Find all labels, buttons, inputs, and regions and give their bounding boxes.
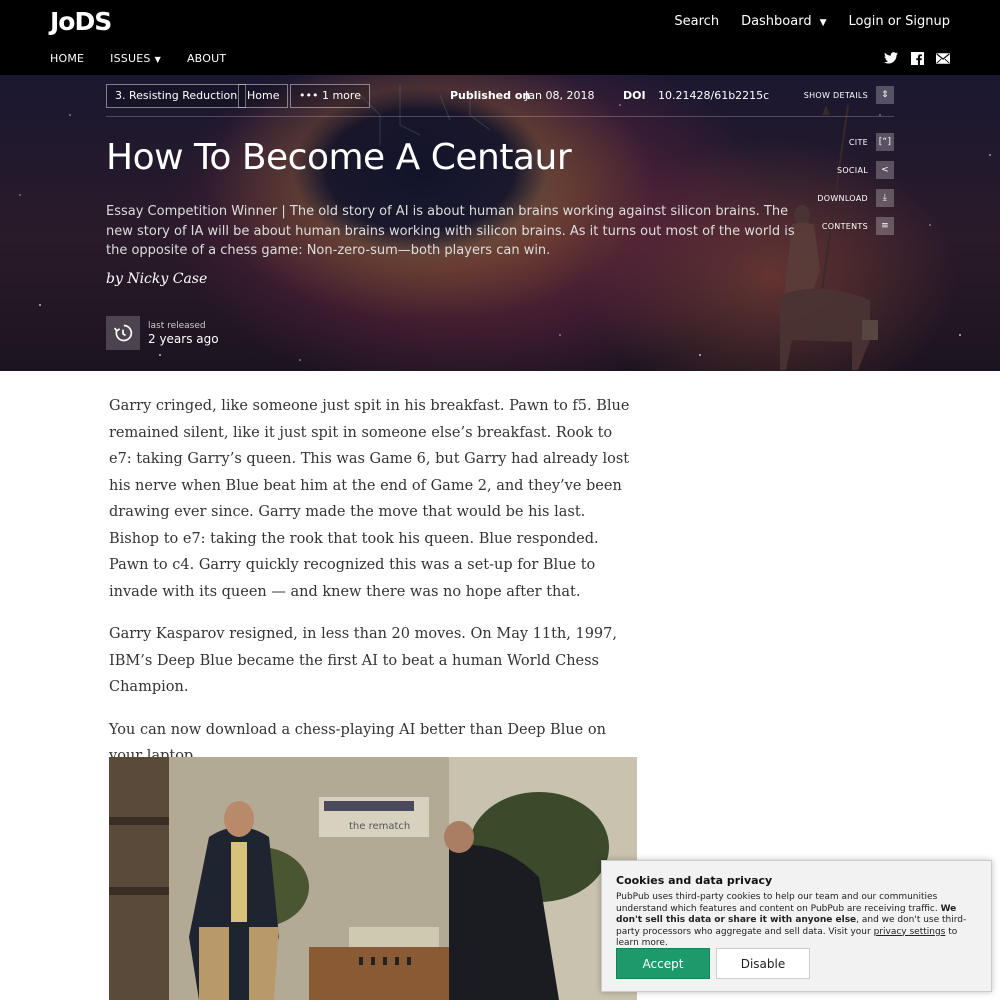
history-icon	[106, 316, 140, 350]
caret-down-icon: ▼	[154, 55, 161, 64]
breadcrumb-home[interactable]: Home	[238, 84, 289, 108]
doi-value[interactable]: 10.21428/61b2215c	[658, 89, 769, 102]
cookie-text-part: PubPub uses third-party cookies to help …	[616, 892, 941, 914]
download-label: DOWNLOAD	[817, 193, 868, 203]
page-title: How To Become A Centaur	[106, 137, 572, 178]
ellipsis-icon: •••	[299, 89, 319, 102]
cookie-text: PubPub uses third-party cookies to help …	[616, 892, 977, 950]
dashboard-label: Dashboard	[741, 14, 812, 29]
release-label: last released	[148, 320, 206, 331]
show-details-label: SHOW DETAILS	[803, 90, 868, 100]
contents-button[interactable]: CONTENTS ≡	[822, 217, 894, 235]
twitter-icon[interactable]	[884, 51, 898, 65]
mail-icon[interactable]	[936, 51, 950, 65]
breadcrumb-collection[interactable]: 3. Resisting Reduction	[106, 84, 247, 108]
pub-header: 3. Resisting Reduction Home ••• 1 more P…	[0, 75, 1000, 371]
nav-about[interactable]: ABOUT	[187, 52, 226, 65]
published-label: Published on	[450, 89, 531, 102]
search-link[interactable]: Search	[674, 14, 719, 29]
cite-icon: [“]	[876, 133, 894, 151]
facebook-icon[interactable]	[910, 51, 924, 65]
release-value: 2 years ago	[148, 331, 219, 346]
divider	[106, 116, 894, 117]
breadcrumb-more[interactable]: ••• 1 more	[290, 84, 370, 108]
pub-actions: CITE [“] SOCIAL < DOWNLOAD ⤓ CONTENTS ≡	[817, 133, 894, 235]
download-icon: ⤓	[876, 189, 894, 207]
cookie-title: Cookies and data privacy	[616, 874, 773, 887]
main-nav: HOME ISSUES ▼ ABOUT	[50, 52, 226, 65]
dashboard-menu[interactable]: Dashboard ▼	[741, 14, 826, 29]
top-bar: JoDS Search Dashboard ▼ Login or Signup H…	[0, 0, 1000, 75]
social-links	[884, 51, 950, 65]
social-button[interactable]: SOCIAL <	[837, 161, 894, 179]
nav-home[interactable]: HOME	[50, 52, 84, 65]
byline[interactable]: by Nicky Case	[106, 271, 207, 287]
doi-label: DOI	[623, 89, 646, 102]
list-icon: ≡	[876, 217, 894, 235]
cookie-buttons: Accept Disable	[616, 948, 810, 979]
caret-down-icon: ▼	[819, 18, 827, 28]
video-frame: the rematch	[109, 757, 637, 1000]
release-info[interactable]: last released 2 years ago	[106, 316, 219, 350]
contents-label: CONTENTS	[821, 221, 868, 231]
cite-label: CITE	[848, 137, 868, 147]
top-links: Search Dashboard ▼ Login or Signup	[674, 14, 950, 29]
chess-match-video[interactable]: the rematch	[109, 757, 637, 1000]
show-details-button[interactable]: SHOW DETAILS ⇕	[804, 86, 894, 104]
breadcrumb-more-label: 1 more	[321, 89, 361, 102]
published-date: Jan 08, 2018	[525, 89, 595, 102]
privacy-settings-link[interactable]: privacy settings	[874, 927, 946, 937]
share-icon: <	[876, 161, 894, 179]
social-label: SOCIAL	[836, 165, 868, 175]
video-banner-text: the rematch	[349, 821, 410, 832]
login-link[interactable]: Login or Signup	[849, 14, 950, 29]
site-logo[interactable]: JoDS	[50, 7, 112, 36]
expand-icon: ⇕	[876, 86, 894, 104]
nav-issues-label: ISSUES	[110, 52, 151, 65]
cite-button[interactable]: CITE [“]	[849, 133, 894, 151]
accept-button[interactable]: Accept	[616, 948, 710, 979]
paragraph: Garry cringed, like someone just spit in…	[109, 398, 630, 600]
pub-description: Essay Competition Winner | The old story…	[106, 204, 795, 258]
article-body: Garry cringed, like someone just spit in…	[109, 393, 634, 786]
paragraph: Garry Kasparov resigned, in less than 20…	[109, 626, 617, 695]
nav-issues[interactable]: ISSUES ▼	[110, 52, 161, 65]
cookie-banner: Cookies and data privacy PubPub uses thi…	[601, 860, 992, 992]
download-button[interactable]: DOWNLOAD ⤓	[817, 189, 894, 207]
disable-button[interactable]: Disable	[716, 948, 810, 979]
